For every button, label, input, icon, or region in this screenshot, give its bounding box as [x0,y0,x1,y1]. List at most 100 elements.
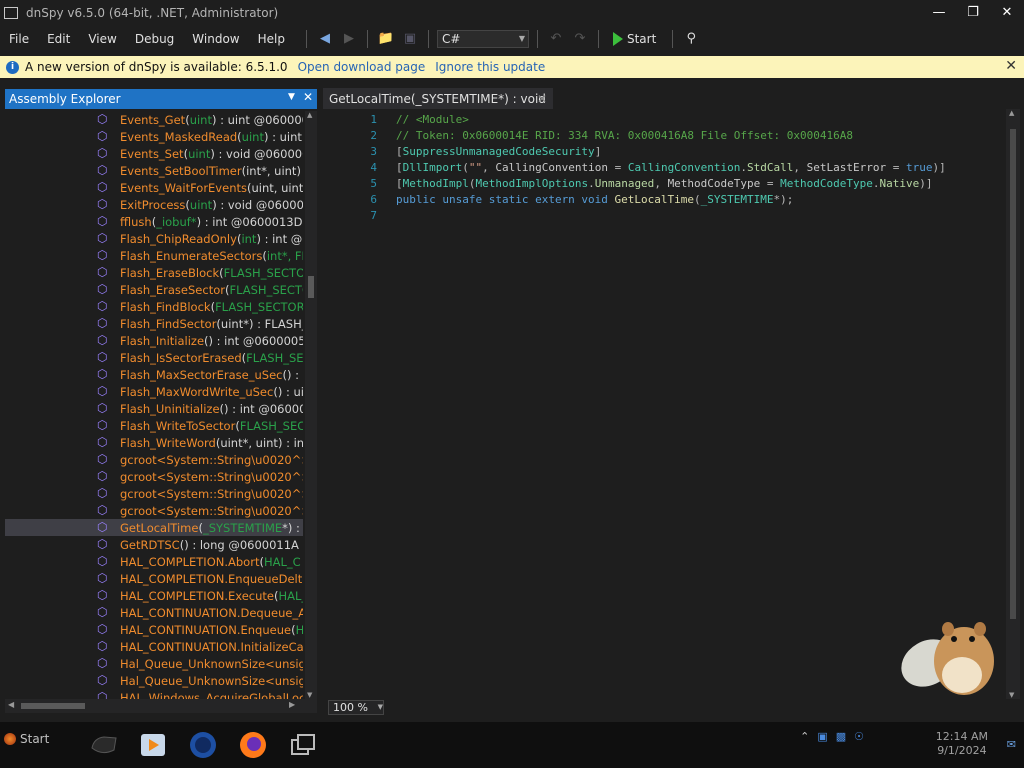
tree-item[interactable]: ⬡ HAL_CONTINUATION.Enqueue(H [5,621,303,638]
menu-debug[interactable]: Debug [126,32,183,46]
open-icon[interactable]: 📁 [376,29,396,49]
method-signature-part: uint [241,129,264,144]
code-token: ( [462,161,469,174]
tree-item[interactable]: ⬡ Events_MaskedRead(uint) : uint @ [5,128,303,145]
network-icon[interactable]: ▩ [836,730,846,743]
editor-vertical-scrollbar[interactable]: ▲ ▼ [1006,109,1020,699]
code-editor[interactable]: 1 // <Module> 2 // Token: 0x0600014E RID: 3… [323,109,1020,699]
zoom-select[interactable]: 100 % ▼ [328,699,384,715]
tree-item[interactable]: ⬡ HAL_COMPLETION.EnqueueDelta [5,570,303,587]
media-player-icon[interactable] [137,730,169,760]
tree-item[interactable]: ⬡ Flash_IsSectorErased(FLASH_SE [5,349,303,366]
chevron-up-icon[interactable]: ⌃ [800,730,809,743]
tab-getlocaltime[interactable]: GetLocalTime(_SYSTEMTIME*) : void ✕ [323,88,553,109]
tree-item[interactable]: ⬡ gcroot<System::String\u0020^> [5,502,303,519]
code-token: "" [468,161,483,174]
scroll-down-icon[interactable]: ▼ [1009,691,1014,699]
tree-horizontal-scrollbar[interactable]: ◀ ▶ [5,699,317,713]
tree-item[interactable]: ⬡ Flash_EraseSector(FLASH_SECTO [5,281,303,298]
tree-item[interactable]: ⬡ Events_SetBoolTimer(int*, uint) : [5,162,303,179]
save-icon[interactable]: ▣ [400,29,420,49]
clock[interactable]: 12:14 AM 9/1/2024 [936,730,988,758]
tree-item[interactable]: ⬡ fflush(_iobuf*) : int @0600013D [5,213,303,230]
tree-item[interactable]: ⬡ Hal_Queue_UnknownSize<unsign [5,655,303,672]
tree-item[interactable]: ⬡ Flash_FindSector(uint*) : FLASH_ [5,315,303,332]
start-button[interactable]: Start [4,732,49,746]
tree-item[interactable]: ⬡ HAL_Windows_AcquireGlobalLoc [5,689,303,700]
tree-item[interactable]: ⬡ Flash_Uninitialize() : int @060000 [5,400,303,417]
code-line[interactable]: [MethodImpl(MethodImplOptions.Unmanaged,… [396,177,933,190]
tree-item[interactable]: ⬡ GetRDTSC() : long @0600011A [5,536,303,553]
scroll-left-icon[interactable]: ◀ [8,700,14,709]
scroll-down-icon[interactable]: ▼ [307,691,312,699]
assembly-tree[interactable]: ⬡ Events_Get(uint) : uint @0600005 ⬡ Events… [5,111,303,699]
menu-edit[interactable]: Edit [38,32,79,46]
tree-item[interactable]: ⬡ Flash_EraseBlock(FLASH_SECTOR [5,264,303,281]
menu-help[interactable]: Help [249,32,294,46]
menu-window[interactable]: Window [183,32,248,46]
method-signature-part: *) : [282,520,300,535]
tree-item[interactable]: ⬡ HAL_COMPLETION.Abort(HAL_C [5,553,303,570]
tree-item[interactable]: ⬡ gcroot<System::String\u0020^> [5,468,303,485]
chevron-down-icon[interactable]: ▼ [288,92,295,104]
tree-item[interactable]: ⬡ gcroot<System::String\u0020^> [5,485,303,502]
undo-icon[interactable]: ↶ [546,29,566,49]
tree-item[interactable]: ⬡ Flash_EnumerateSectors(int*, FL [5,247,303,264]
tree-item[interactable]: ⬡ Events_WaitForEvents(uint, uint) : [5,179,303,196]
tree-item[interactable]: ⬡ gcroot<System::String\u0020^> [5,451,303,468]
close-icon[interactable]: ✕ [537,92,547,106]
tree-item[interactable]: ⬡ Events_Set(uint) : void @0600005 [5,145,303,162]
code-line[interactable]: // <Module> [396,113,469,126]
tree-item[interactable]: ⬡ Flash_ChipReadOnly(int) : int @06 [5,230,303,247]
menu-file[interactable]: File [0,32,38,46]
scroll-up-icon[interactable]: ▲ [307,111,312,119]
bluetooth-icon[interactable]: ☉ [854,730,864,743]
close-icon[interactable]: ✕ [303,90,313,104]
tree-item[interactable]: ⬡ Flash_WriteWord(uint*, uint) : int [5,434,303,451]
tab-title: GetLocalTime(_SYSTEMTIME*) : void [329,91,546,106]
open-download-link[interactable]: Open download page [298,60,426,74]
scroll-up-icon[interactable]: ▲ [1009,109,1014,117]
redo-icon[interactable]: ↷ [570,29,590,49]
method-name: Hal_Queue_UnknownSize<unsign [120,656,303,671]
menu-view[interactable]: View [79,32,125,46]
tree-item[interactable]: ⬡ Flash_Initialize() : int @06000059 [5,332,303,349]
code-line[interactable]: [DllImport("", CallingConvention = Calli… [396,161,946,174]
tree-item[interactable]: ⬡ Flash_MaxSectorErase_uSec() : u [5,366,303,383]
tree-item[interactable]: ⬡ Flash_MaxWordWrite_uSec() : ui [5,383,303,400]
tree-item[interactable]: ⬡ HAL_CONTINUATION.InitializeCal [5,638,303,655]
search-icon[interactable]: ⚲ [681,29,701,49]
tree-item[interactable]: ⬡ HAL_COMPLETION.Execute(HAL_ [5,587,303,604]
tree-item[interactable]: ⬡ HAL_CONTINUATION.Dequeue_A [5,604,303,621]
code-line[interactable]: // Token: 0x0600014E RID: 334 RVA: 0x000… [396,129,853,142]
dnspy-app-icon[interactable] [187,730,219,760]
code-line[interactable]: [SuppressUnmanagedCodeSecurity] [396,145,601,158]
code-line[interactable]: public unsafe static extern void GetLoca… [396,193,793,206]
tree-item[interactable]: ⬡ Flash_FindBlock(FLASH_SECTOR* [5,298,303,315]
task-view-icon[interactable] [287,730,319,760]
back-icon[interactable]: ◀ [315,29,335,49]
close-icon[interactable]: ✕ [1005,58,1017,74]
tree-item[interactable]: ⬡ GetLocalTime(_SYSTEMTIME*) : [5,519,303,536]
tree-item[interactable]: ⬡ ExitProcess(uint) : void @060001 [5,196,303,213]
restore-icon[interactable]: ❐ [956,0,990,25]
start-debug-button[interactable]: Start [612,31,656,46]
tree-vertical-scrollbar[interactable]: ▲ ▼ [305,111,317,699]
method-name: Events_MaskedRead [120,129,238,144]
minimize-icon[interactable]: — [922,0,956,25]
update-infobar: i A new version of dnSpy is available: 6… [0,56,1024,78]
firefox-icon[interactable] [237,730,269,760]
code-token: DllImport [402,161,463,174]
tree-item[interactable]: ⬡ Events_Get(uint) : uint @0600005 [5,111,303,128]
scroll-right-icon[interactable]: ▶ [289,700,295,709]
method-name: HAL_CONTINUATION.Dequeue_A [120,605,303,620]
terminal-app-icon[interactable] [88,730,120,760]
tree-item[interactable]: ⬡ Flash_WriteToSector(FLASH_SEC [5,417,303,434]
ignore-update-link[interactable]: Ignore this update [435,60,545,74]
notification-icon[interactable]: ✉ [1007,738,1016,751]
close-icon[interactable]: ✕ [990,0,1024,25]
language-select[interactable]: C# ▼ [436,29,529,48]
tree-item[interactable]: ⬡ Hal_Queue_UnknownSize<unsign [5,672,303,689]
shield-icon[interactable]: ▣ [817,730,827,743]
forward-icon[interactable]: ▶ [339,29,359,49]
